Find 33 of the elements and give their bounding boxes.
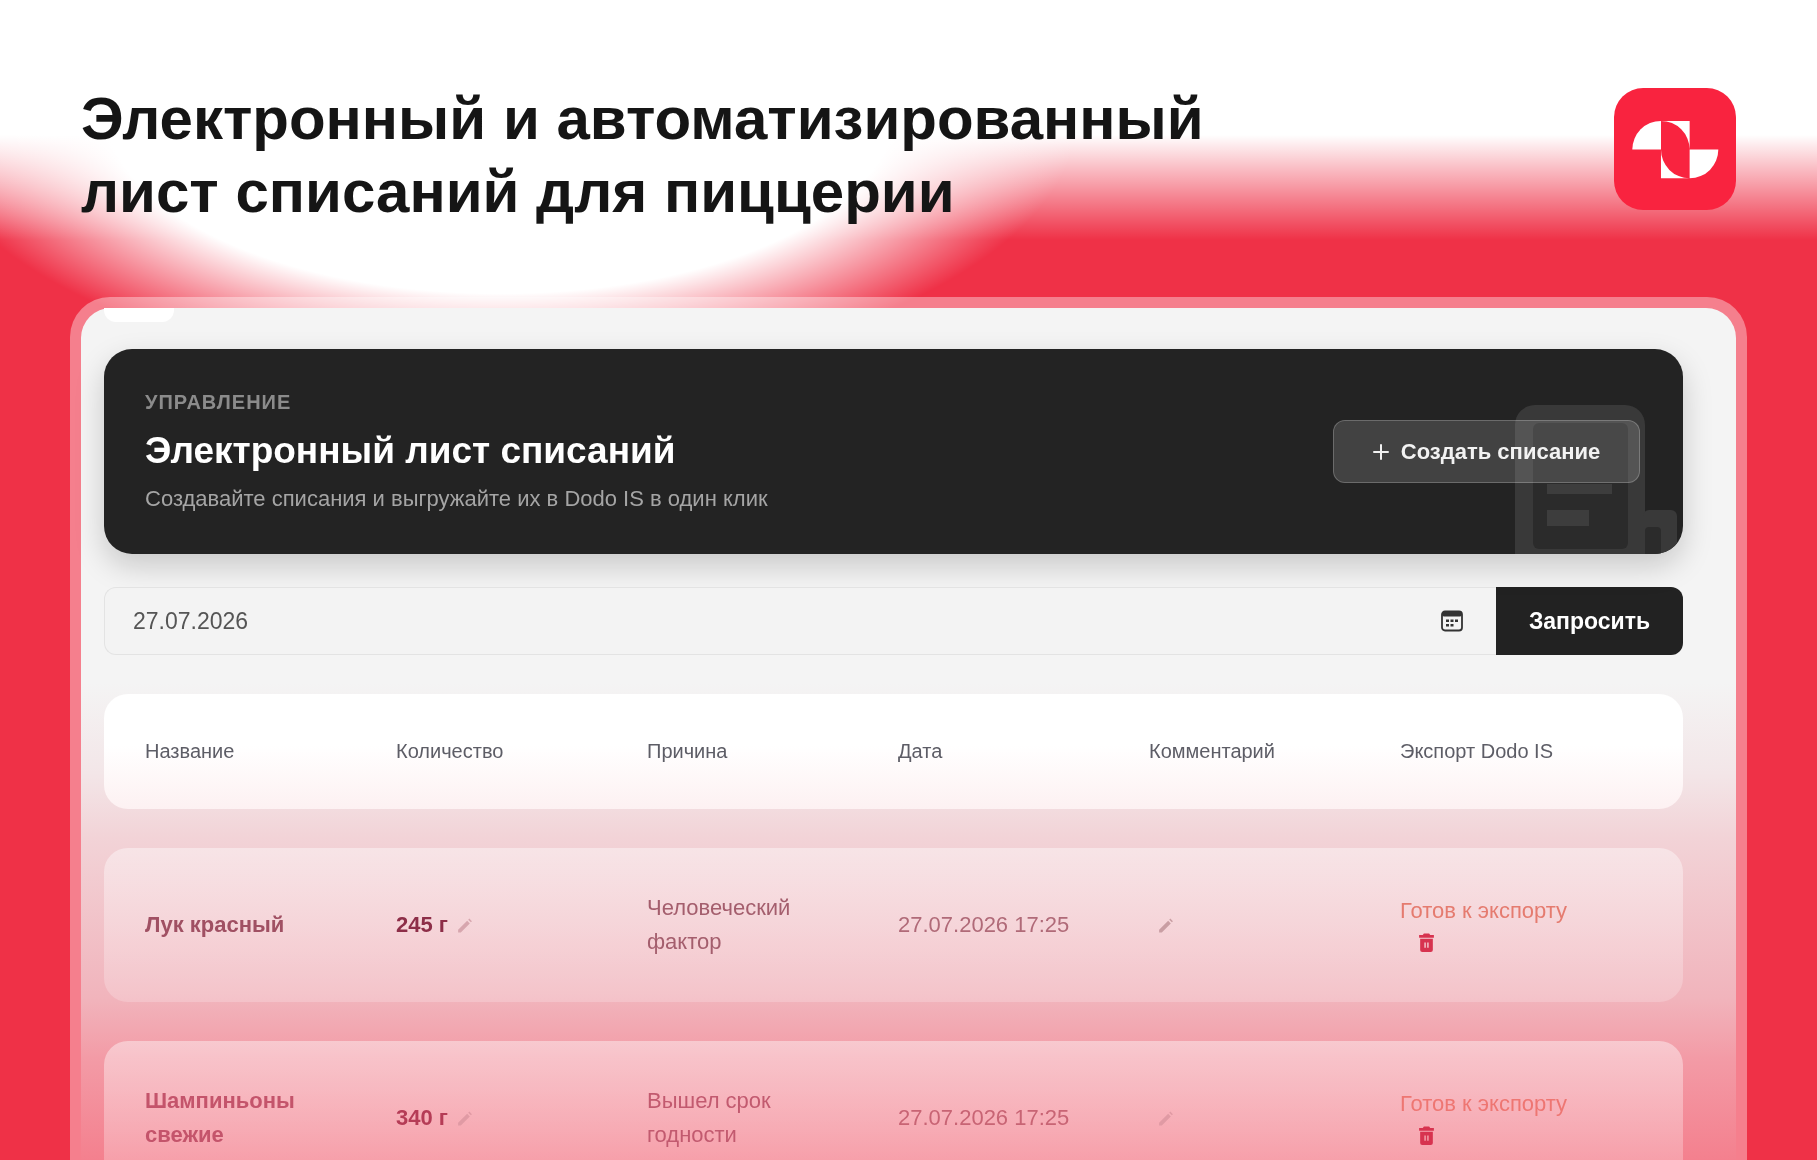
trash-icon[interactable] <box>1418 1126 1435 1145</box>
status-text: Готов к экспорту <box>1400 898 1568 924</box>
headline: Электронный и автоматизированный лист списаний для пиццерии <box>81 84 1205 227</box>
quantity-text: 245 г <box>396 912 448 938</box>
quantity-text: 340 г <box>396 1105 448 1131</box>
request-button[interactable]: Запросить <box>1496 587 1683 655</box>
pencil-icon[interactable] <box>456 916 473 934</box>
column-header: Количество <box>396 740 504 763</box>
page-subtitle: Создавайте списания и выгружайте их в Dodo IS в один клик <box>145 485 768 513</box>
date-field[interactable]: 27.07.2026 <box>104 587 1496 655</box>
pencil-icon[interactable] <box>1157 916 1174 934</box>
item-name: Шампиньоны свежие <box>145 1087 296 1149</box>
page-title: Электронный лист списаний <box>145 429 676 473</box>
item-name: Лук красный <box>145 911 285 939</box>
column-header: Комментарий <box>1149 740 1275 763</box>
status-text: Готов к экспорту <box>1400 1091 1568 1117</box>
calendar-icon[interactable] <box>1441 610 1463 632</box>
reason-text: Человеческий фактор <box>647 894 792 956</box>
logo-icon <box>1614 88 1736 210</box>
date-text: 27.07.2026 17:25 <box>898 1105 1070 1131</box>
pencil-icon[interactable] <box>1157 1109 1174 1127</box>
date-text: 27.07.2026 17:25 <box>898 912 1070 938</box>
column-header: Название <box>145 740 235 763</box>
pencil-icon[interactable] <box>456 1109 473 1127</box>
create-button[interactable]: Создать списание <box>1333 420 1640 483</box>
trash-icon[interactable] <box>1418 933 1435 952</box>
column-header: Дата <box>898 740 943 763</box>
column-header: Причина <box>647 740 728 763</box>
panel-notch <box>104 308 174 322</box>
reason-text: Вышел срок годности <box>647 1087 772 1149</box>
section-label: УПРАВЛЕНИЕ <box>145 390 292 414</box>
plus-icon <box>1372 443 1389 460</box>
column-header: Экспорт Dodo IS <box>1400 740 1553 763</box>
